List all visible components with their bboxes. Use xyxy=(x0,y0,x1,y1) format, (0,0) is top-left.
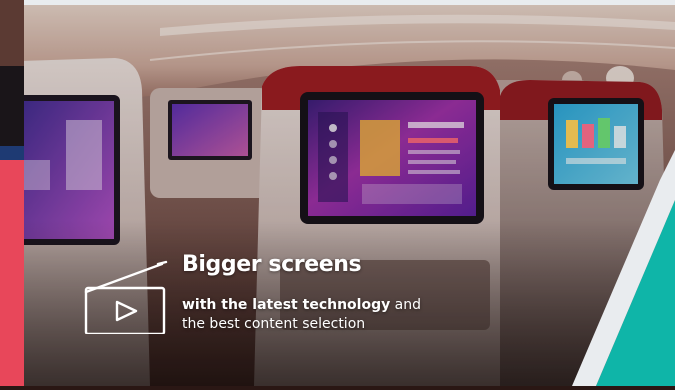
tv-play-icon xyxy=(84,260,168,334)
subline-rest-1: and xyxy=(390,297,422,313)
subline-bold: with the latest technology xyxy=(182,297,391,313)
feature-caption: Bigger screens with the latest technolog… xyxy=(84,252,504,342)
headline: Bigger screens xyxy=(182,252,362,277)
subline: with the latest technology and the best c… xyxy=(182,296,502,334)
accent-strip-red xyxy=(0,160,24,386)
subline-rest-2: the best content selection xyxy=(182,316,366,332)
accent-strip-navy xyxy=(0,146,24,160)
accent-strip-brown xyxy=(0,0,24,66)
accent-strip-dark xyxy=(0,66,24,146)
